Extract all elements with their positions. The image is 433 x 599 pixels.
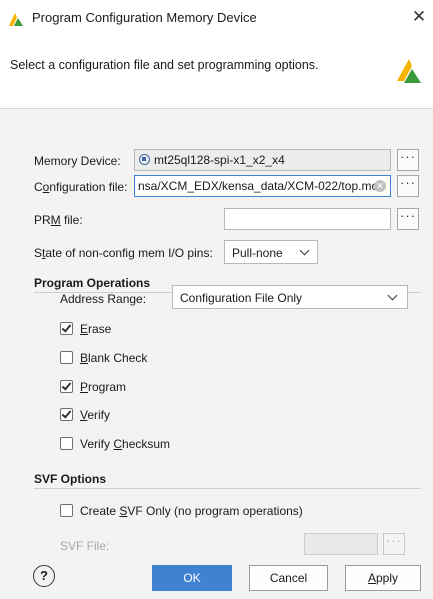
- state-pins-value: Pull-none: [232, 246, 283, 260]
- blank-check-label: Blank Check: [80, 351, 148, 365]
- svf-file-browse-button: ···: [383, 533, 405, 555]
- cancel-button[interactable]: Cancel: [249, 565, 328, 591]
- memory-device-browse-button[interactable]: ···: [397, 149, 419, 171]
- prm-file-input[interactable]: [224, 208, 391, 230]
- chevron-down-icon: [299, 245, 310, 256]
- create-svf-only-checkbox-row[interactable]: Create SVF Only (no program operations): [60, 502, 360, 520]
- program-checkbox-row[interactable]: Program: [60, 378, 260, 396]
- configuration-file-input[interactable]: nsa/XCM_EDX/kensa_data/XCM-022/top.mcs ✕: [134, 175, 391, 197]
- clear-icon[interactable]: ✕: [374, 180, 386, 192]
- verify-checkbox[interactable]: [60, 408, 73, 421]
- prm-file-label: PRM file:: [34, 213, 83, 227]
- verify-checksum-checkbox[interactable]: [60, 437, 73, 450]
- configuration-file-browse-button[interactable]: ···: [397, 175, 419, 197]
- svf-options-title: SVF Options: [34, 472, 106, 486]
- create-svf-only-label: Create SVF Only (no program operations): [80, 504, 303, 518]
- vivado-logo-icon: [397, 59, 421, 83]
- erase-label: Erase: [80, 322, 112, 336]
- check-icon: [61, 408, 72, 419]
- help-button[interactable]: ?: [33, 565, 55, 587]
- verify-label: Verify: [80, 408, 111, 422]
- check-icon: [61, 322, 72, 333]
- configuration-file-value: nsa/XCM_EDX/kensa_data/XCM-022/top.mcs: [138, 179, 384, 193]
- memory-device-field: mt25ql128-spi-x1_x2_x4: [134, 149, 391, 171]
- apply-button[interactable]: Apply: [345, 565, 421, 591]
- prm-file-browse-button[interactable]: ···: [397, 208, 419, 230]
- erase-checkbox[interactable]: [60, 322, 73, 335]
- memory-device-value: mt25ql128-spi-x1_x2_x4: [154, 153, 285, 167]
- erase-checkbox-row[interactable]: Erase: [60, 320, 260, 338]
- section-divider: [34, 488, 421, 489]
- close-button[interactable]: ✕: [407, 6, 431, 30]
- program-label: Program: [80, 380, 127, 394]
- check-icon: [61, 380, 72, 391]
- address-range-dropdown[interactable]: Configuration File Only: [172, 285, 408, 309]
- program-operations-title: Program Operations: [34, 276, 151, 290]
- address-range-value: Configuration File Only: [180, 291, 303, 305]
- memory-device-label: Memory Device:: [34, 154, 121, 168]
- chevron-down-icon: [387, 290, 398, 301]
- ok-button[interactable]: OK: [152, 565, 232, 591]
- configuration-file-label: Configuration file:: [34, 180, 128, 194]
- window-title: Program Configuration Memory Device: [32, 10, 257, 25]
- blank-check-checkbox[interactable]: [60, 351, 73, 364]
- program-checkbox[interactable]: [60, 380, 73, 393]
- blank-check-checkbox-row[interactable]: Blank Check: [60, 349, 260, 367]
- verify-checksum-label: Verify Checksum: [80, 437, 171, 451]
- address-range-label: Address Range:: [60, 292, 147, 306]
- svf-file-label: SVF File:: [60, 539, 110, 553]
- chip-icon: [139, 154, 150, 165]
- create-svf-only-checkbox[interactable]: [60, 504, 73, 517]
- svf-file-input: [304, 533, 378, 555]
- header-instructions: Select a configuration file and set prog…: [10, 58, 319, 72]
- state-pins-label: State of non-config mem I/O pins:: [34, 246, 213, 260]
- verify-checksum-checkbox-row[interactable]: Verify Checksum: [60, 435, 260, 453]
- vivado-app-icon: [9, 13, 23, 26]
- state-pins-dropdown[interactable]: Pull-none: [224, 240, 318, 264]
- verify-checkbox-row[interactable]: Verify: [60, 406, 260, 424]
